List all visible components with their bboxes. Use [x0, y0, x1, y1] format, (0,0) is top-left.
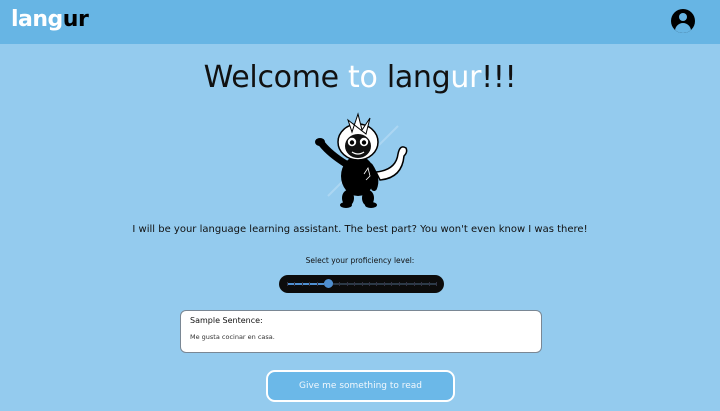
- sample-sentence-title: Sample Sentence:: [190, 316, 263, 325]
- slider-tick: [309, 282, 311, 286]
- langur-mascot-illustration: [315, 112, 408, 208]
- welcome-ur: ur: [450, 60, 482, 95]
- slider-tick: [368, 282, 370, 286]
- slider-fill: [287, 283, 329, 285]
- give-me-something-to-read-button[interactable]: Give me something to read: [266, 370, 455, 402]
- slider-tick: [287, 282, 288, 286]
- slider-tick: [339, 282, 341, 286]
- slider-tick: [398, 282, 400, 286]
- slider-tick: [354, 282, 356, 286]
- logo-text-ur: ur: [62, 7, 89, 32]
- slider-tick: [391, 282, 393, 286]
- slider-tick: [316, 282, 318, 286]
- slider-thumb[interactable]: [324, 279, 334, 288]
- top-bar: langur: [0, 0, 720, 44]
- slider-tick: [301, 282, 303, 286]
- account-button[interactable]: [671, 9, 695, 33]
- welcome-exclaim: !!!: [481, 60, 517, 95]
- slider-tick: [428, 282, 430, 286]
- welcome-to: to: [348, 60, 378, 95]
- slider-tick: [413, 282, 415, 286]
- slider-tick: [361, 282, 363, 286]
- sample-sentence-box: Sample Sentence: Me gusta cocinar en cas…: [180, 310, 542, 353]
- slider-tick: [346, 282, 348, 286]
- slider-tick: [294, 282, 296, 286]
- logo-text-lang: lang: [11, 7, 63, 32]
- welcome-lang: lang: [377, 60, 451, 95]
- tagline-text: I will be your language learning assista…: [132, 224, 588, 235]
- slider-tick: [421, 282, 423, 286]
- proficiency-label: Select your proficiency level:: [305, 256, 415, 265]
- slider-tick: [376, 282, 378, 286]
- proficiency-slider[interactable]: [279, 275, 444, 293]
- app-logo[interactable]: langur: [11, 7, 89, 32]
- slider-tick: [406, 282, 408, 286]
- slider-tick: [436, 282, 437, 286]
- sample-sentence-text: Me gusta cocinar en casa.: [190, 333, 275, 341]
- slider-tick: [383, 282, 385, 286]
- welcome-heading: Welcome to langur!!!: [0, 60, 720, 95]
- welcome-word: Welcome: [203, 60, 349, 95]
